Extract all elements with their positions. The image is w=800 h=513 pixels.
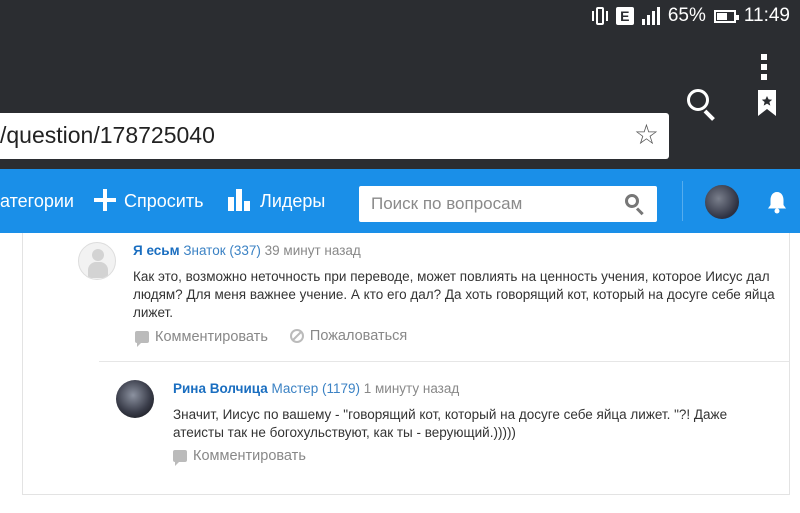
- comment-meta: Я есьм Знаток (337) 39 минут назад: [133, 243, 361, 258]
- nav-leaders[interactable]: Лидеры: [228, 169, 325, 233]
- clock: 11:49: [743, 5, 790, 26]
- speech-bubble-icon: [173, 450, 187, 466]
- author-rank[interactable]: Мастер (1179): [272, 381, 360, 396]
- comment-text: Как это, возможно неточность при перевод…: [133, 269, 775, 320]
- url-text[interactable]: /question/178725040: [0, 122, 215, 149]
- nav-divider: [682, 181, 683, 221]
- site-nav: атегории Спросить Лидеры: [0, 169, 800, 233]
- bell-icon[interactable]: [766, 190, 788, 214]
- nav-ask-label: Спросить: [124, 191, 204, 211]
- menu-icon[interactable]: [761, 54, 767, 80]
- search-icon[interactable]: [684, 86, 720, 122]
- status-bar: E 65% 11:49: [0, 0, 800, 32]
- comment-button[interactable]: Комментировать: [135, 329, 268, 347]
- network-e-icon: E: [615, 7, 634, 25]
- author-rank[interactable]: Знаток (337): [183, 243, 261, 258]
- search-icon[interactable]: [625, 194, 645, 216]
- browser-toolbar: /question/178725040 ☆: [0, 32, 800, 169]
- plus-icon: [94, 189, 116, 211]
- star-icon[interactable]: ☆: [634, 121, 659, 149]
- address-bar[interactable]: /question/178725040 ☆: [0, 113, 669, 159]
- divider: [99, 361, 789, 362]
- comment-button-label: Комментировать: [193, 448, 306, 464]
- battery-icon: [713, 9, 739, 23]
- comment-thread: Я есьм Знаток (337) 39 минут назад Как э…: [22, 233, 790, 495]
- avatar[interactable]: [78, 242, 116, 280]
- nav-ask[interactable]: Спросить: [94, 169, 203, 233]
- comment-actions: Комментировать Пожаловаться: [135, 328, 425, 347]
- comment-meta: Рина Волчица Мастер (1179) 1 минуту наза…: [173, 381, 459, 396]
- question-search[interactable]: [359, 186, 657, 222]
- comment-time: 39 минут назад: [264, 243, 361, 258]
- comment-actions: Комментировать: [173, 448, 324, 466]
- comment-button-label: Комментировать: [155, 329, 268, 345]
- report-button[interactable]: Пожаловаться: [289, 328, 408, 344]
- report-button-label: Пожаловаться: [309, 328, 408, 344]
- speech-bubble-icon: [135, 331, 149, 347]
- user-avatar[interactable]: [704, 184, 740, 220]
- status-icons: E 65% 11:49: [591, 4, 790, 28]
- leaders-icon: [228, 189, 250, 211]
- author-name[interactable]: Рина Волчица: [173, 381, 268, 396]
- nav-categories[interactable]: атегории: [0, 169, 74, 233]
- vibrate-icon: [591, 6, 608, 26]
- question-search-input[interactable]: [359, 186, 619, 222]
- signal-icon: [641, 7, 660, 25]
- bookmark-icon[interactable]: [756, 88, 778, 118]
- report-icon: [289, 329, 304, 343]
- comment-text: Значит, Иисус по вашему - "говорящий кот…: [173, 407, 728, 440]
- author-name[interactable]: Я есьм: [133, 243, 180, 258]
- comment-button[interactable]: Комментировать: [173, 448, 306, 466]
- comment-time: 1 минуту назад: [363, 381, 460, 396]
- battery-percent: 65%: [667, 5, 706, 26]
- nav-leaders-label: Лидеры: [260, 191, 326, 211]
- avatar[interactable]: [116, 380, 154, 418]
